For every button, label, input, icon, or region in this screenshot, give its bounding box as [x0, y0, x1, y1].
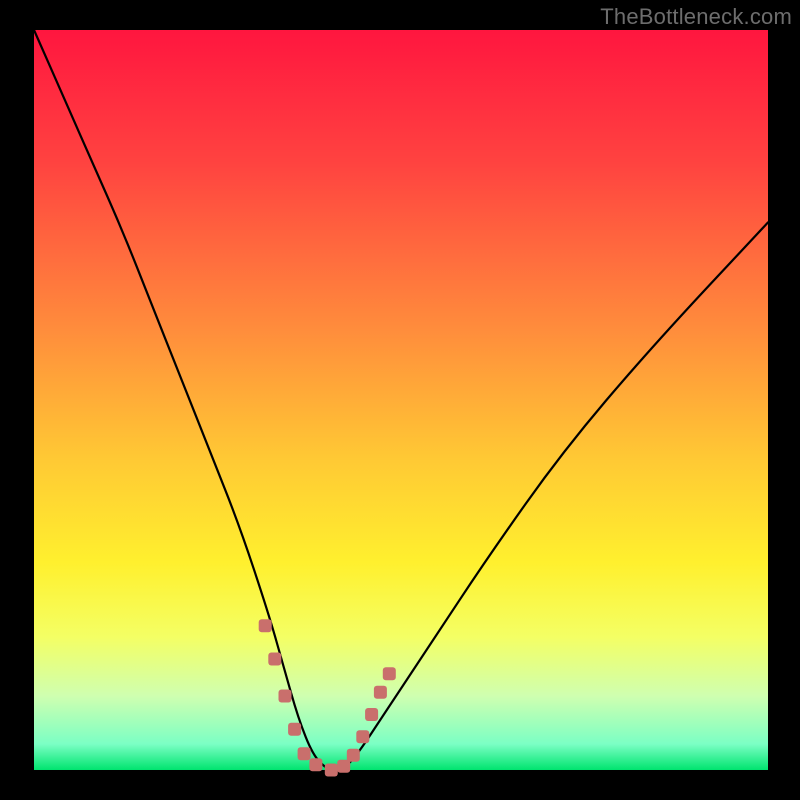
anchor-point: [279, 690, 292, 703]
anchor-point: [325, 764, 338, 777]
anchor-point: [268, 653, 281, 666]
anchor-point: [288, 723, 301, 736]
bottleneck-chart: [0, 0, 800, 800]
anchor-point: [365, 708, 378, 721]
watermark-text: TheBottleneck.com: [600, 4, 792, 30]
anchor-point: [356, 730, 369, 743]
anchor-point: [374, 686, 387, 699]
anchor-point: [259, 619, 272, 632]
anchor-point: [337, 760, 350, 773]
anchor-point: [347, 749, 360, 762]
anchor-point: [298, 747, 311, 760]
plot-background: [34, 30, 768, 770]
anchor-point: [309, 758, 322, 771]
anchor-point: [383, 667, 396, 680]
chart-stage: TheBottleneck.com: [0, 0, 800, 800]
